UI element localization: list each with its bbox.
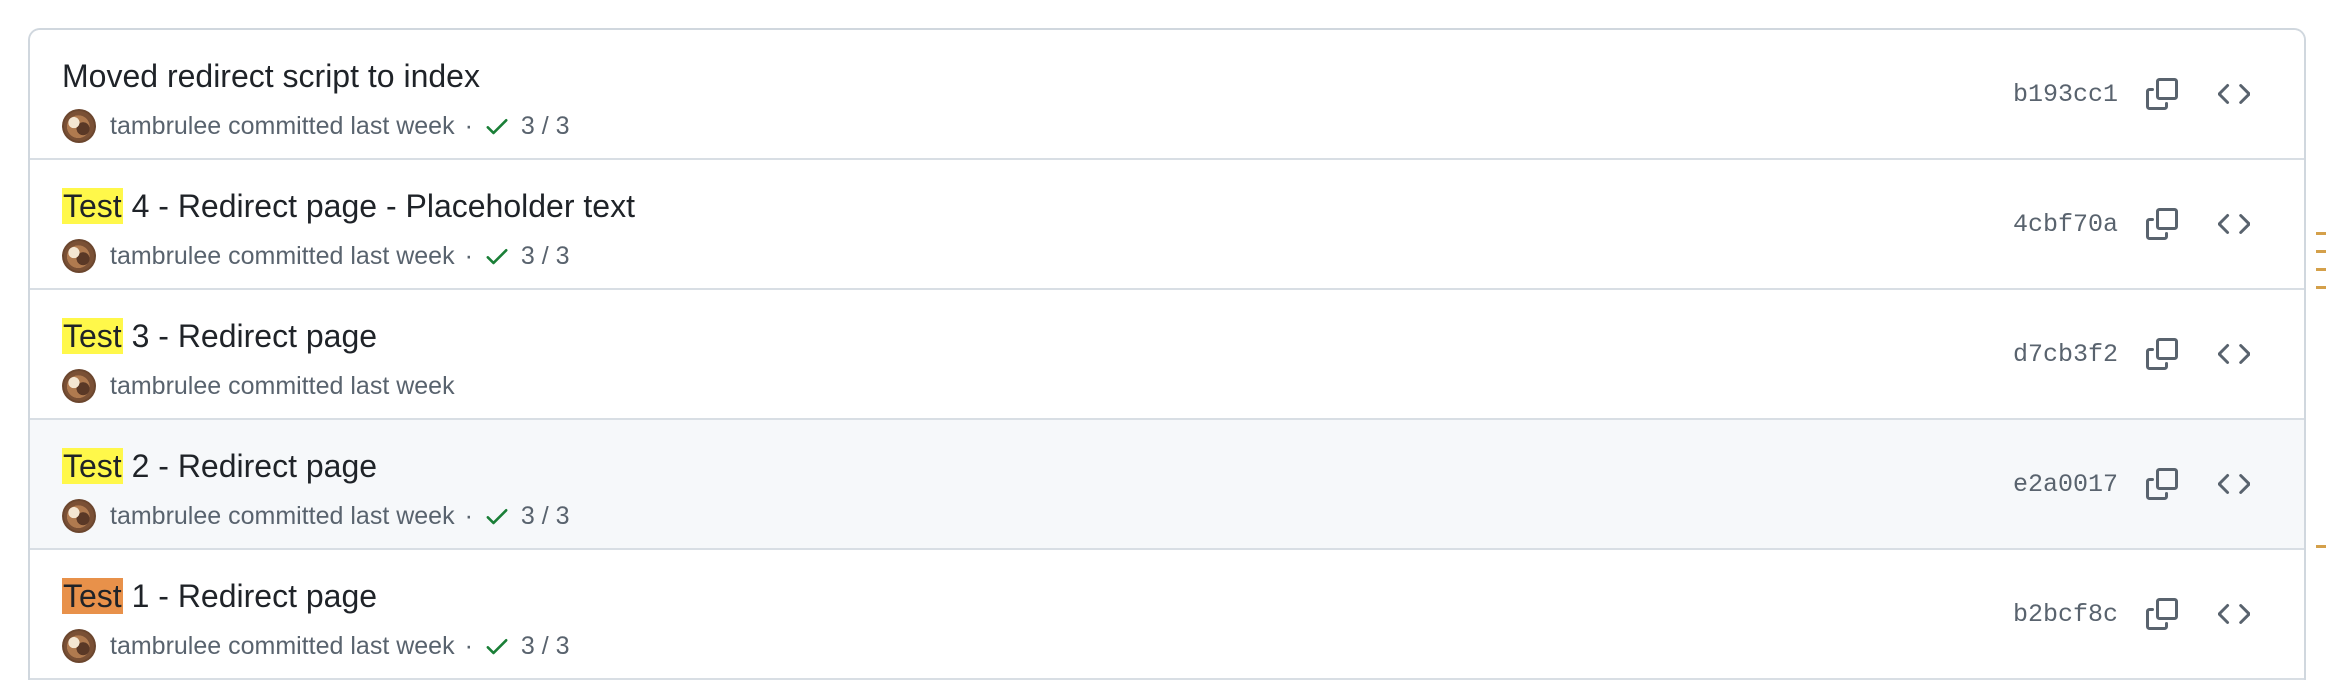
- commit-title[interactable]: Test 3 - Redirect page: [62, 314, 377, 358]
- check-icon[interactable]: [483, 632, 511, 660]
- commit-sha[interactable]: 4cbf70a: [2013, 160, 2118, 288]
- code-icon: [2218, 84, 2250, 104]
- browse-repo-button[interactable]: [2212, 332, 2256, 376]
- scroll-marker: [2316, 250, 2326, 253]
- code-icon: [2218, 604, 2250, 624]
- commit-row: Test 3 - Redirect page tambrulee committ…: [30, 290, 2304, 420]
- commit-title[interactable]: Moved redirect script to index: [62, 54, 480, 98]
- meta-separator: ·: [464, 111, 473, 140]
- code-icon: [2218, 474, 2250, 494]
- commit-meta: tambrulee committed last week · 3 / 3: [62, 626, 570, 666]
- code-icon: [2218, 214, 2250, 234]
- search-highlight: Test: [62, 318, 123, 354]
- commit-row: Moved redirect script to index tambrulee…: [30, 30, 2304, 160]
- copy-sha-button[interactable]: [2140, 592, 2184, 636]
- commit-title[interactable]: Test 4 - Redirect page - Placeholder tex…: [62, 184, 635, 228]
- code-icon: [2218, 344, 2250, 364]
- copy-sha-button[interactable]: [2140, 332, 2184, 376]
- scroll-marker: [2316, 286, 2326, 289]
- checks-count[interactable]: 3 / 3: [521, 502, 570, 531]
- copy-icon: [2146, 208, 2178, 240]
- scroll-marker: [2316, 268, 2326, 271]
- commit-author[interactable]: tambrulee: [110, 632, 221, 661]
- commit-sha[interactable]: d7cb3f2: [2013, 290, 2118, 418]
- browse-repo-button[interactable]: [2212, 462, 2256, 506]
- commit-author[interactable]: tambrulee: [110, 372, 221, 401]
- commit-time: committed last week: [228, 111, 455, 140]
- scroll-marker: [2316, 232, 2326, 235]
- commit-title-text: Moved redirect script to index: [62, 58, 480, 94]
- browse-repo-button[interactable]: [2212, 202, 2256, 246]
- commit-meta: tambrulee committed last week · 3 / 3: [62, 106, 570, 146]
- search-highlight-active: Test: [62, 578, 123, 614]
- commit-sha[interactable]: b193cc1: [2013, 30, 2118, 158]
- search-highlight: Test: [62, 188, 123, 224]
- commit-title-text: 3 - Redirect page: [122, 318, 378, 354]
- commit-row: Test 2 - Redirect page tambrulee committ…: [30, 420, 2304, 550]
- avatar[interactable]: [62, 629, 96, 663]
- check-icon[interactable]: [483, 502, 511, 530]
- commit-time: committed last week: [228, 631, 455, 660]
- browse-repo-button[interactable]: [2212, 72, 2256, 116]
- commit-meta: tambrulee committed last week · 3 / 3: [62, 236, 570, 276]
- copy-icon: [2146, 598, 2178, 630]
- commit-list: Moved redirect script to index tambrulee…: [28, 28, 2306, 680]
- avatar[interactable]: [62, 499, 96, 533]
- scroll-marker: [2316, 545, 2326, 548]
- meta-separator: ·: [464, 501, 473, 530]
- checks-count[interactable]: 3 / 3: [521, 632, 570, 661]
- check-icon[interactable]: [483, 242, 511, 270]
- commit-row: Test 1 - Redirect page tambrulee committ…: [30, 550, 2304, 680]
- commit-time: committed last week: [228, 241, 455, 270]
- commit-title-text: 1 - Redirect page: [122, 578, 378, 614]
- copy-icon: [2146, 468, 2178, 500]
- avatar[interactable]: [62, 369, 96, 403]
- commit-title-text: 2 - Redirect page: [122, 448, 378, 484]
- scrollbar-search-markers: [2314, 0, 2326, 690]
- copy-sha-button[interactable]: [2140, 202, 2184, 246]
- commit-title[interactable]: Test 2 - Redirect page: [62, 444, 377, 488]
- check-icon[interactable]: [483, 112, 511, 140]
- copy-icon: [2146, 338, 2178, 370]
- commit-title[interactable]: Test 1 - Redirect page: [62, 574, 377, 618]
- commit-row: Test 4 - Redirect page - Placeholder tex…: [30, 160, 2304, 290]
- avatar[interactable]: [62, 109, 96, 143]
- meta-separator: ·: [464, 631, 473, 660]
- commit-time: committed last week: [228, 501, 455, 530]
- copy-sha-button[interactable]: [2140, 462, 2184, 506]
- commit-author[interactable]: tambrulee: [110, 112, 221, 141]
- search-highlight: Test: [62, 448, 123, 484]
- copy-sha-button[interactable]: [2140, 72, 2184, 116]
- commit-author[interactable]: tambrulee: [110, 502, 221, 531]
- copy-icon: [2146, 78, 2178, 110]
- checks-count[interactable]: 3 / 3: [521, 242, 570, 271]
- meta-separator: ·: [464, 241, 473, 270]
- commit-meta: tambrulee committed last week · 3 / 3: [62, 496, 570, 536]
- commit-author[interactable]: tambrulee: [110, 242, 221, 271]
- commit-sha[interactable]: e2a0017: [2013, 420, 2118, 548]
- commit-meta: tambrulee committed last week: [62, 366, 455, 406]
- avatar[interactable]: [62, 239, 96, 273]
- commit-time: committed last week: [228, 371, 455, 400]
- checks-count[interactable]: 3 / 3: [521, 112, 570, 141]
- browse-repo-button[interactable]: [2212, 592, 2256, 636]
- commit-sha[interactable]: b2bcf8c: [2013, 550, 2118, 678]
- commit-title-text: 4 - Redirect page - Placeholder text: [122, 188, 635, 224]
